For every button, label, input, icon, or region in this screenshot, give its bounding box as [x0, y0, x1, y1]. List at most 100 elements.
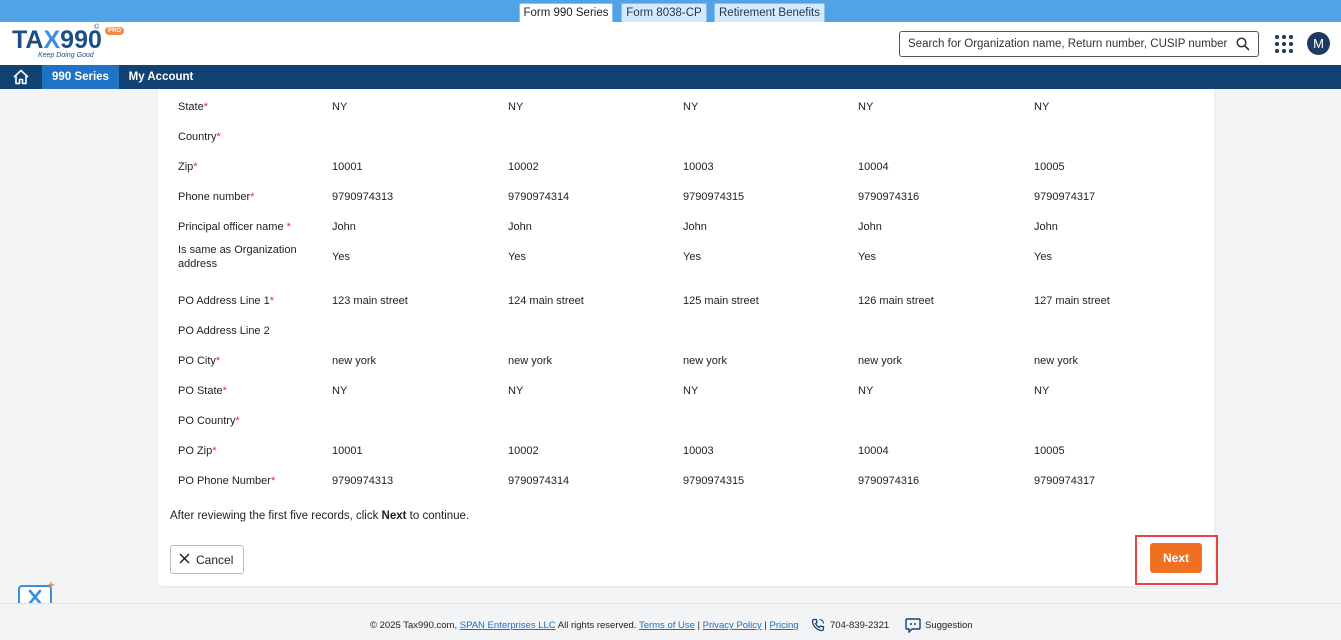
field-label: Is same as Organization address	[178, 244, 297, 270]
field-value: Yes	[332, 251, 350, 263]
logo-wordmark: TAX990	[12, 26, 102, 54]
field-value: NY	[858, 101, 874, 113]
record-row: PO Country*	[158, 414, 1214, 444]
required-marker: *	[269, 295, 275, 307]
field-value: Yes	[858, 251, 876, 263]
field-value: 9790974313	[332, 475, 394, 487]
pricing-link[interactable]: Pricing	[770, 620, 799, 631]
field-label: Zip*	[178, 161, 198, 173]
field-value: 9790974316	[858, 191, 920, 203]
phone-icon	[811, 618, 825, 632]
home-icon	[13, 69, 29, 85]
user-avatar[interactable]: M	[1307, 32, 1330, 55]
field-label: PO Address Line 1*	[178, 295, 275, 307]
suggestion-link[interactable]: Suggestion	[925, 620, 973, 631]
required-marker: *	[203, 101, 208, 113]
logo-registered-mark: ©	[94, 24, 100, 31]
pro-badge: PRO	[105, 27, 125, 35]
record-row: PO Phone Number* 9790974313 9790974314 9790…	[158, 474, 1214, 504]
cancel-button[interactable]: Cancel	[170, 545, 244, 574]
field-label: Country*	[178, 131, 221, 143]
field-value: 9790974314	[508, 475, 570, 487]
field-value: NY	[508, 385, 524, 397]
field-value: John	[508, 221, 532, 233]
field-label: PO Country*	[178, 415, 240, 427]
required-marker: *	[270, 475, 276, 487]
tab-form-990-series[interactable]: Form 990 Series	[519, 3, 613, 22]
privacy-link[interactable]: Privacy Policy	[703, 620, 762, 631]
field-label: PO State*	[178, 385, 227, 397]
tax990-logo[interactable]: TAX990 © PRO Keep Doing Good	[12, 24, 132, 62]
required-marker: *	[216, 131, 221, 143]
apps-grid-icon[interactable]	[1275, 35, 1293, 53]
record-row: PO Zip* 10001 10002 10003 10004 10005	[158, 444, 1214, 474]
field-value: NY	[1034, 385, 1050, 397]
field-value: 127 main street	[1034, 295, 1110, 307]
field-label: PO City*	[178, 355, 221, 367]
record-row: PO State* NY NY NY NY NY	[158, 384, 1214, 414]
record-row: Is same as Organization address Yes Yes Yes…	[158, 244, 1214, 280]
required-marker: *	[215, 355, 221, 367]
company-link[interactable]: SPAN Enterprises LLC	[460, 620, 556, 631]
logo-tagline: Keep Doing Good	[38, 52, 94, 59]
field-label: State*	[178, 101, 208, 113]
support-phone[interactable]: 704-839-2321	[830, 620, 889, 631]
field-value: 10001	[332, 161, 363, 173]
field-value: John	[332, 221, 356, 233]
home-button[interactable]	[0, 65, 42, 89]
field-value: Yes	[508, 251, 526, 263]
field-value: John	[683, 221, 707, 233]
field-value: 9790974315	[683, 475, 745, 487]
record-row: State* NY NY NY NY NY	[158, 100, 1214, 130]
nav-990-series[interactable]: 990 Series	[42, 65, 119, 89]
field-value: 125 main street	[683, 295, 759, 307]
field-value: 9790974314	[508, 191, 570, 203]
record-row: Country*	[158, 130, 1214, 160]
field-value: John	[1034, 221, 1058, 233]
field-value: new york	[1034, 355, 1079, 367]
header: TAX990 © PRO Keep Doing Good Search for …	[0, 22, 1341, 65]
field-label: Phone number*	[178, 191, 255, 203]
terms-link[interactable]: Terms of Use	[639, 620, 695, 631]
field-value: 126 main street	[858, 295, 934, 307]
required-marker: *	[250, 191, 255, 203]
field-value: 123 main street	[332, 295, 408, 307]
product-tab-strip: Form 990 Series Form 8038-CP Retirement …	[0, 0, 1341, 22]
field-value: 10004	[858, 445, 889, 457]
field-value: NY	[332, 101, 348, 113]
record-row: Zip* 10001 10002 10003 10004 10005	[158, 160, 1214, 190]
suggestion-icon	[905, 618, 921, 633]
field-value: 10002	[508, 445, 539, 457]
search-icon[interactable]	[1236, 37, 1250, 51]
footer-legal: © 2025 Tax990.com, SPAN Enterprises LLC …	[370, 620, 799, 631]
required-marker: *	[235, 415, 240, 427]
required-marker: *	[193, 161, 198, 173]
tab-retirement-benefits[interactable]: Retirement Benefits	[714, 3, 825, 22]
field-label: PO Address Line 2	[178, 325, 270, 337]
main-nav: 990 Series My Account	[0, 65, 1341, 89]
field-value: 10002	[508, 161, 539, 173]
field-value: John	[858, 221, 882, 233]
cancel-label: Cancel	[196, 553, 234, 567]
tab-form-8038-cp[interactable]: Form 8038-CP	[621, 3, 707, 22]
field-value: new york	[683, 355, 728, 367]
field-value: new york	[508, 355, 553, 367]
search-input[interactable]: Search for Organization name, Return num…	[899, 31, 1259, 57]
field-value: NY	[683, 101, 699, 113]
next-button[interactable]: Next	[1150, 543, 1202, 573]
record-row: PO City* new york new york new york new york…	[158, 354, 1214, 384]
required-marker: *	[286, 221, 291, 233]
field-label: PO Phone Number*	[178, 475, 276, 487]
field-value: NY	[332, 385, 348, 397]
field-value: 10003	[683, 161, 714, 173]
field-value: 9790974316	[858, 475, 920, 487]
field-value: 10004	[858, 161, 889, 173]
record-row: Principal officer name * John John John John…	[158, 220, 1214, 250]
record-row: PO Address Line 2	[158, 324, 1214, 354]
field-value: NY	[508, 101, 524, 113]
required-marker: *	[222, 385, 227, 397]
review-records-card: State* NY NY NY NY NY Country* Zip* 10001 10002 10…	[158, 89, 1218, 586]
field-value: 9790974313	[332, 191, 394, 203]
nav-my-account[interactable]: My Account	[125, 65, 197, 89]
footer: © 2025 Tax990.com, SPAN Enterprises LLC …	[0, 603, 1341, 640]
